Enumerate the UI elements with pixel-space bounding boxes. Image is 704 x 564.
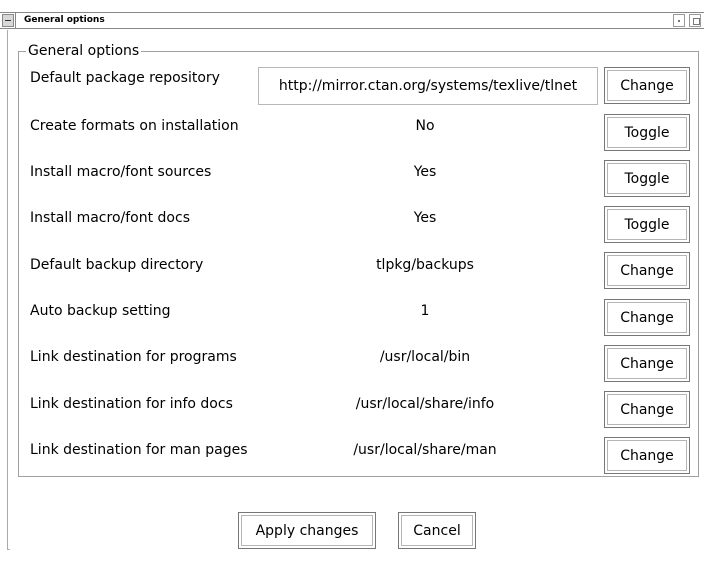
minimize-icon[interactable]	[673, 14, 685, 27]
repository-value: http://mirror.ctan.org/systems/texlive/t…	[278, 78, 578, 94]
row-label-link-info: Link destination for info docs	[30, 396, 233, 412]
create-formats-value: No	[415, 118, 435, 134]
apply-changes-button[interactable]: Apply changes	[238, 512, 376, 549]
link-programs-value: /usr/local/bin	[379, 349, 471, 365]
row-label-auto-backup: Auto backup setting	[30, 303, 171, 319]
toggle-create-formats-button[interactable]: Toggle	[604, 114, 690, 151]
window-title: General options	[24, 15, 105, 25]
change-backup-directory-button[interactable]: Change	[604, 252, 690, 289]
row-label-link-programs: Link destination for programs	[30, 349, 237, 365]
window-menu-icon[interactable]	[2, 14, 14, 27]
row-label-backup-directory: Default backup directory	[30, 257, 204, 273]
window-border	[7, 30, 8, 550]
change-repository-button[interactable]: Change	[604, 67, 690, 104]
toggle-install-sources-button[interactable]: Toggle	[604, 160, 690, 197]
backup-directory-value: tlpkg/backups	[376, 257, 474, 273]
change-link-man-button[interactable]: Change	[604, 437, 690, 474]
cancel-button[interactable]: Cancel	[398, 512, 476, 549]
title-separator	[15, 13, 16, 28]
group-label: General options	[26, 43, 142, 59]
toggle-install-docs-button[interactable]: Toggle	[604, 206, 690, 243]
repository-value-box: http://mirror.ctan.org/systems/texlive/t…	[258, 67, 598, 105]
maximize-icon[interactable]	[689, 14, 701, 27]
link-info-value: /usr/local/share/info	[355, 396, 495, 412]
row-label-repository: Default package repository	[30, 70, 220, 86]
row-label-install-sources: Install macro/font sources	[30, 164, 212, 180]
install-sources-value: Yes	[413, 164, 437, 180]
change-auto-backup-button[interactable]: Change	[604, 299, 690, 336]
window-border-tick	[7, 549, 10, 550]
change-link-info-button[interactable]: Change	[604, 391, 690, 428]
row-label-link-man: Link destination for man pages	[30, 442, 248, 458]
row-label-install-docs: Install macro/font docs	[30, 210, 190, 226]
auto-backup-value: 1	[420, 303, 430, 319]
row-label-create-formats: Create formats on installation	[30, 118, 239, 134]
title-bar: General options	[0, 12, 704, 29]
change-link-programs-button[interactable]: Change	[604, 345, 690, 382]
link-man-value: /usr/local/share/man	[353, 442, 497, 458]
install-docs-value: Yes	[413, 210, 437, 226]
